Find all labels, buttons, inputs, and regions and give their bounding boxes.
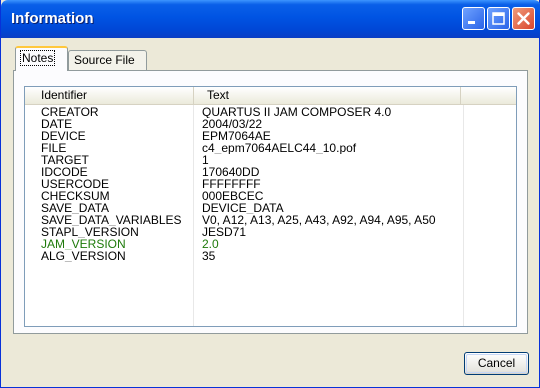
table-row[interactable]: IDCODE 170640DD (25, 166, 516, 178)
identifier-cell: CHECKSUM (41, 190, 110, 202)
tab-source-file-label: Source File (74, 53, 135, 67)
table-row[interactable]: SAVE_DATA_VARIABLES V0, A12, A13, A25, A4… (25, 214, 516, 226)
list-header: Identifier Text (25, 87, 516, 105)
window-title: Information (11, 10, 94, 27)
text-cell: 170640DD (202, 166, 260, 178)
close-button[interactable] (512, 7, 535, 30)
identifier-cell: JAM_VERSION (41, 238, 126, 250)
identifier-cell: DEVICE (41, 130, 86, 142)
text-cell: 2.0 (202, 238, 219, 250)
text-cell: 35 (202, 250, 216, 262)
identifier-cell: DATE (41, 118, 73, 130)
table-row[interactable]: FILE c4_epm7064AELC44_10.pof (25, 142, 516, 154)
identifier-cell: IDCODE (41, 166, 88, 178)
column-header-text[interactable]: Text (194, 87, 461, 104)
identifier-cell: TARGET (41, 154, 89, 166)
identifier-cell: STAPL_VERSION (41, 226, 139, 238)
information-list[interactable]: Identifier Text CREATOR QUARTUS II JAM CO… (24, 86, 517, 327)
identifier-cell: CREATOR (41, 106, 99, 118)
table-row[interactable]: CREATOR QUARTUS II JAM COMPOSER 4.0 (25, 106, 516, 118)
text-cell: 2004/03/22 (202, 118, 263, 130)
information-dialog: Information Notes Source File Identifier… (0, 0, 540, 388)
text-cell: FFFFFFFF (202, 178, 261, 190)
text-cell: V0, A12, A13, A25, A43, A92, A94, A95, A… (202, 214, 436, 226)
table-row[interactable]: DATE 2004/03/22 (25, 118, 516, 130)
table-row[interactable]: ALG_VERSION 35 (25, 250, 516, 262)
tab-source-file[interactable]: Source File (68, 50, 147, 70)
table-row[interactable]: CHECKSUM 000EBCEC (25, 190, 516, 202)
title-bar[interactable]: Information (1, 0, 540, 38)
text-cell: EPM7064AE (202, 130, 271, 142)
minimize-button[interactable] (462, 7, 485, 30)
text-cell: QUARTUS II JAM COMPOSER 4.0 (202, 106, 392, 118)
text-cell: 1 (202, 154, 209, 166)
identifier-cell: SAVE_DATA_VARIABLES (41, 214, 182, 226)
identifier-cell: USERCODE (41, 178, 110, 190)
table-row[interactable]: DEVICE EPM7064AE (25, 130, 516, 142)
maximize-button[interactable] (487, 7, 510, 30)
close-icon (517, 12, 530, 25)
table-row[interactable]: JAM_VERSION 2.0 (25, 238, 516, 250)
column-header-identifier[interactable]: Identifier (25, 87, 194, 104)
table-row[interactable]: TARGET 1 (25, 154, 516, 166)
table-row[interactable]: USERCODE FFFFFFFF (25, 178, 516, 190)
table-row[interactable]: SAVE_DATA DEVICE_DATA (25, 202, 516, 214)
identifier-cell: SAVE_DATA (41, 202, 110, 214)
tab-notes-label: Notes (19, 50, 56, 66)
text-cell: c4_epm7064AELC44_10.pof (202, 142, 357, 154)
text-cell: 000EBCEC (202, 190, 264, 202)
list-rows: CREATOR QUARTUS II JAM COMPOSER 4.0 DATE 2… (25, 106, 516, 262)
text-cell: DEVICE_DATA (202, 202, 284, 214)
maximize-icon (492, 12, 505, 25)
identifier-cell: FILE (41, 142, 67, 154)
tab-notes[interactable]: Notes (15, 46, 68, 71)
text-cell: JESD71 (202, 226, 247, 238)
minimize-icon (468, 21, 475, 24)
table-row[interactable]: STAPL_VERSION JESD71 (25, 226, 516, 238)
cancel-button[interactable]: Cancel (464, 352, 529, 375)
identifier-cell: ALG_VERSION (41, 250, 126, 262)
